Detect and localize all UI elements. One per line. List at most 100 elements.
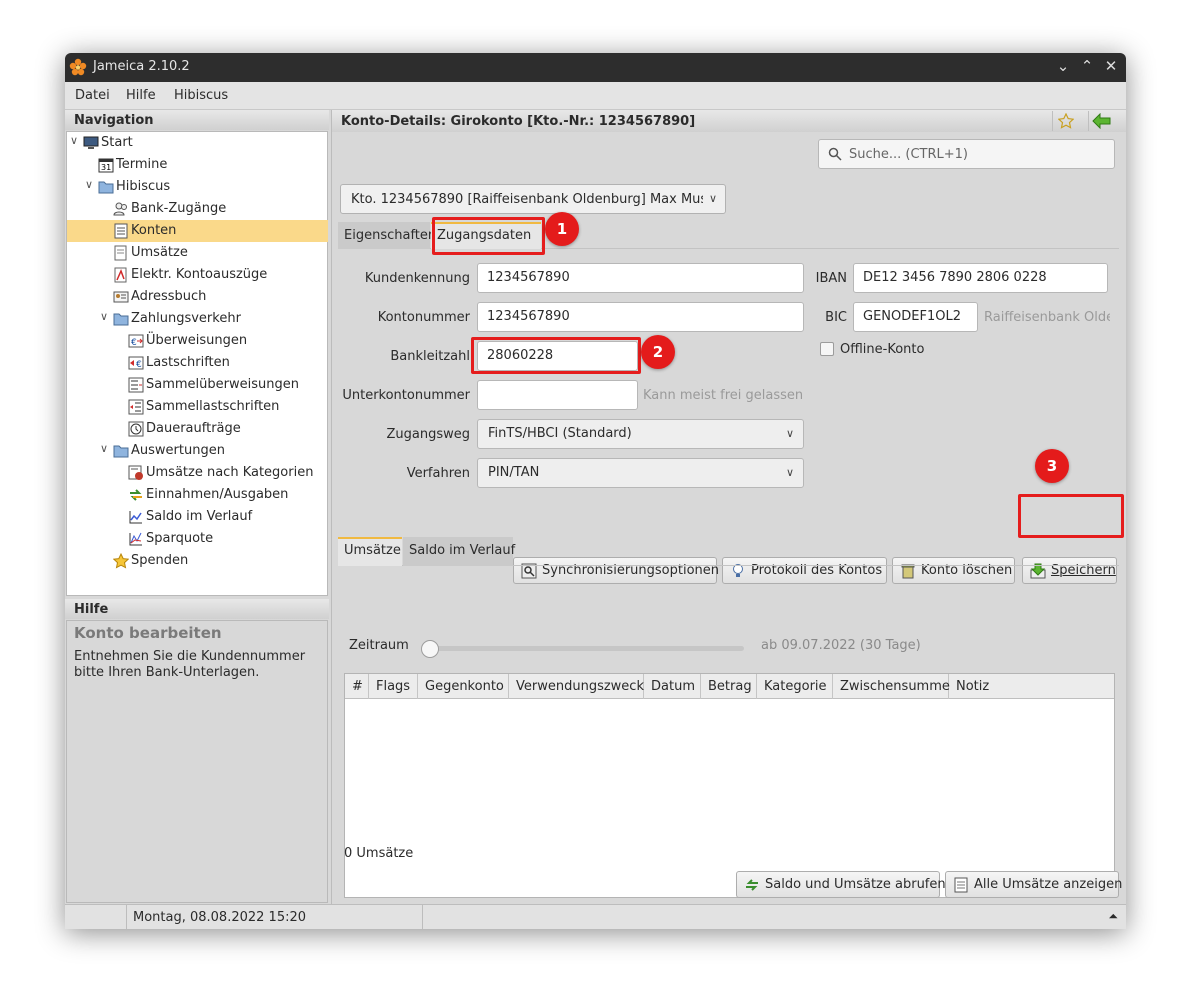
tab-eigenschaften[interactable]: Eigenschaften xyxy=(338,222,436,249)
nav-item-dauerauftraege[interactable]: Daueraufträge xyxy=(67,418,328,440)
document-icon xyxy=(954,877,968,893)
search-placeholder: Suche... (CTRL+1) xyxy=(849,147,969,162)
nav-item-umsaetze[interactable]: Umsätze xyxy=(67,242,328,264)
column-header[interactable]: Zwischensumme xyxy=(833,674,950,699)
in-out-icon xyxy=(130,489,142,501)
chevron-down-icon: ∨ xyxy=(708,192,717,205)
search-input[interactable]: Suche... (CTRL+1) xyxy=(818,139,1115,169)
transfer-icon: € xyxy=(128,334,144,348)
lower-tabs: Umsätze Saldo im Verlauf xyxy=(338,537,1119,566)
batch-transfer-icon xyxy=(128,377,144,393)
nav-item-sammelueberweisungen[interactable]: Sammelüberweisungen xyxy=(67,374,328,396)
kundenkennung-label: Kundenkennung xyxy=(364,271,470,286)
navigation-panel: Navigation ∨ Start 31 Termine ∨ Hibiscus… xyxy=(65,110,329,598)
search-icon xyxy=(828,147,842,161)
tab-umsaetze[interactable]: Umsätze xyxy=(338,537,402,566)
menu-bar: Datei Hilfe Hibiscus xyxy=(65,82,1126,110)
iban-field[interactable]: DE12 3456 7890 2806 0228 xyxy=(853,263,1108,293)
minimize-icon[interactable]: ⌄ xyxy=(1053,57,1073,75)
address-card-icon xyxy=(113,291,129,303)
sync-icon xyxy=(746,879,758,891)
annotation-badge-1: 1 xyxy=(545,212,579,246)
bank-name: Raiffeisenbank Oldenburg xyxy=(984,310,1110,325)
zugangsweg-select[interactable]: FinTS/HBCI (Standard) ∨ xyxy=(477,419,804,449)
users-icon xyxy=(113,202,127,216)
account-select[interactable]: Kto. 1234567890 [Raiffeisenbank Oldenbur… xyxy=(340,184,726,214)
verfahren-label: Verfahren xyxy=(406,466,470,481)
close-icon[interactable]: ✕ xyxy=(1101,57,1121,75)
navigation-title: Navigation xyxy=(65,110,329,130)
column-header[interactable]: Notiz xyxy=(949,674,1114,699)
nav-item-saldo-verlauf[interactable]: Saldo im Verlauf xyxy=(67,506,328,528)
nav-item-auswertungen[interactable]: ∨ Auswertungen xyxy=(67,440,328,462)
zeitraum-label: Zeitraum xyxy=(349,638,409,653)
zeitraum-slider-handle[interactable] xyxy=(421,640,439,658)
chevron-down-icon[interactable]: ∨ xyxy=(100,310,112,323)
annotation-badge-3: 3 xyxy=(1035,449,1069,483)
back-button[interactable] xyxy=(1088,111,1114,131)
annotation-badge-2: 2 xyxy=(641,335,675,369)
unterkontonummer-field[interactable] xyxy=(477,380,638,410)
column-header[interactable]: Kategorie xyxy=(757,674,833,699)
kontonummer-field[interactable]: 1234567890 xyxy=(477,302,804,332)
status-datetime: Montag, 08.08.2022 15:20 xyxy=(127,905,423,929)
annotation-box-zugangsdaten xyxy=(432,217,545,255)
folder-icon xyxy=(113,313,129,326)
nav-item-adressbuch[interactable]: Adressbuch xyxy=(67,286,328,308)
tab-saldo-verlauf[interactable]: Saldo im Verlauf xyxy=(403,537,515,566)
nav-item-einnahmen-ausgaben[interactable]: Einnahmen/Ausgaben xyxy=(67,484,328,506)
column-header[interactable]: # xyxy=(345,674,369,699)
bookmark-button[interactable] xyxy=(1052,111,1078,131)
help-content: Konto bearbeiten Entnehmen Sie die Kunde… xyxy=(66,620,328,903)
nav-item-kontoauszuege[interactable]: Elektr. Kontoauszüge xyxy=(67,264,328,286)
nav-item-sammellastschriften[interactable]: Sammellastschriften xyxy=(67,396,328,418)
title-bar: Jameica 2.10.2 ⌄ ⌃ ✕ xyxy=(65,53,1126,82)
nav-item-spenden[interactable]: Spenden xyxy=(67,550,328,572)
savings-chart-icon xyxy=(129,532,142,546)
maximize-icon[interactable]: ⌃ xyxy=(1077,57,1097,75)
nav-item-bank-zugaenge[interactable]: Bank-Zugänge xyxy=(67,198,328,220)
window-title: Jameica 2.10.2 xyxy=(93,59,190,74)
help-title: Hilfe xyxy=(65,599,329,619)
kontonummer-label: Kontonummer xyxy=(377,310,470,325)
status-cell xyxy=(65,905,127,929)
column-header[interactable]: Datum xyxy=(644,674,701,699)
nav-item-hibiscus[interactable]: ∨ Hibiscus xyxy=(67,176,328,198)
svg-text:€: € xyxy=(136,360,142,370)
offline-checkbox[interactable] xyxy=(820,342,834,356)
jameica-logo-icon xyxy=(69,58,87,76)
show-all-transactions-button[interactable]: Alle Umsätze anzeigen xyxy=(945,871,1122,898)
chevron-down-icon[interactable]: ∨ xyxy=(100,442,112,455)
nav-item-sparquote[interactable]: Sparquote xyxy=(67,528,328,550)
nav-item-lastschriften[interactable]: € Lastschriften xyxy=(67,352,328,374)
chevron-down-icon[interactable]: ∨ xyxy=(70,134,82,147)
nav-item-start[interactable]: ∨ Start xyxy=(67,132,328,154)
zeitraum-slider-track[interactable] xyxy=(426,646,744,651)
column-header[interactable]: Betrag xyxy=(701,674,757,699)
menu-datei[interactable]: Datei xyxy=(75,88,110,103)
column-header[interactable]: Gegenkonto xyxy=(418,674,509,699)
collapse-icon[interactable]: ⏶ xyxy=(1108,909,1118,924)
nav-item-termine[interactable]: 31 Termine xyxy=(67,154,328,176)
help-text: Entnehmen Sie die Kundennummer bitte Ihr… xyxy=(74,649,306,680)
chevron-down-icon: ∨ xyxy=(785,466,794,479)
batch-debit-icon xyxy=(128,399,144,415)
menu-hibiscus[interactable]: Hibiscus xyxy=(174,88,228,103)
column-header[interactable]: Flags xyxy=(369,674,418,699)
chevron-down-icon[interactable]: ∨ xyxy=(85,178,97,191)
bic-field[interactable]: GENODEF1OL2 xyxy=(853,302,978,332)
status-bar: Montag, 08.08.2022 15:20 ⏶ xyxy=(65,904,1126,929)
annotation-box-speichern xyxy=(1018,494,1124,538)
iban-label: IBAN xyxy=(815,271,847,286)
nav-item-zahlungsverkehr[interactable]: ∨ Zahlungsverkehr xyxy=(67,308,328,330)
kundenkennung-field[interactable]: 1234567890 xyxy=(477,263,804,293)
menu-hilfe[interactable]: Hilfe xyxy=(126,88,156,103)
nav-item-konten[interactable]: Konten xyxy=(67,220,328,242)
column-header[interactable]: Verwendungszweck xyxy=(509,674,644,699)
page-title: Konto-Details: Girokonto [Kto.-Nr.: 1234… xyxy=(341,114,696,129)
table-header: # Flags Gegenkonto Verwendungszweck Datu… xyxy=(345,674,1114,699)
verfahren-select[interactable]: PIN/TAN ∨ xyxy=(477,458,804,488)
nav-item-ueberweisungen[interactable]: € Überweisungen xyxy=(67,330,328,352)
nav-item-umsaetze-kategorien[interactable]: Umsätze nach Kategorien xyxy=(67,462,328,484)
fetch-balance-button[interactable]: Saldo und Umsätze abrufen xyxy=(736,871,946,898)
